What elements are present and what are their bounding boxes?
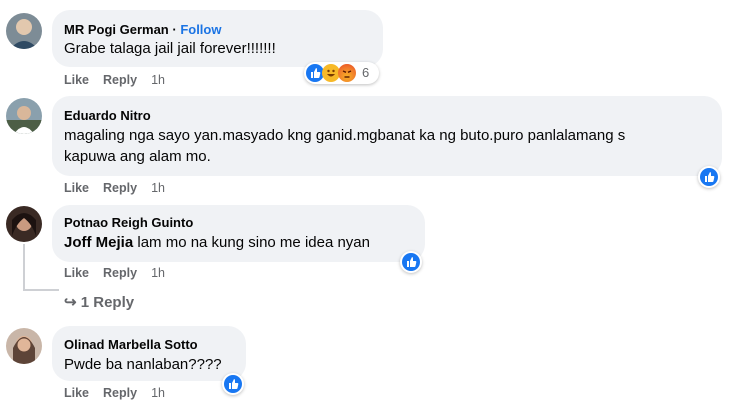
timestamp[interactable]: 1h bbox=[151, 181, 165, 195]
timestamp[interactable]: 1h bbox=[151, 386, 165, 400]
reply-button[interactable]: Reply bbox=[103, 386, 137, 400]
avatar-photo-icon bbox=[6, 98, 42, 134]
like-button[interactable]: Like bbox=[64, 386, 89, 400]
timestamp[interactable]: 1h bbox=[151, 266, 165, 280]
thread-line bbox=[23, 244, 25, 289]
comment-text: Pwde ba nanlaban???? bbox=[64, 356, 222, 373]
reaction-count: 6 bbox=[362, 65, 370, 80]
comment-author[interactable]: Potnao Reigh Guinto bbox=[64, 215, 193, 230]
reply-arrow-icon: ↪ bbox=[64, 294, 77, 311]
follow-link[interactable]: Follow bbox=[180, 22, 221, 37]
comment-actions: Like Reply 1h bbox=[64, 73, 179, 87]
comment-author[interactable]: MR Pogi German · Follow bbox=[64, 22, 221, 37]
comment-actions: Like Reply 1h bbox=[64, 386, 179, 400]
like-button[interactable]: Like bbox=[64, 266, 89, 280]
reply-button[interactable]: Reply bbox=[103, 266, 137, 280]
avatar-photo-icon bbox=[6, 13, 42, 49]
like-icon bbox=[224, 375, 242, 393]
comment-text: magaling nga sayo yan.masyado kng ganid.… bbox=[64, 127, 626, 165]
comment-actions: Like Reply 1h bbox=[64, 266, 179, 280]
avatar-photo-icon bbox=[6, 328, 42, 364]
reaction-summary[interactable] bbox=[698, 166, 720, 188]
view-replies-link[interactable]: ↪ 1 Reply bbox=[64, 293, 134, 311]
reaction-summary[interactable] bbox=[400, 251, 422, 273]
like-button[interactable]: Like bbox=[64, 181, 89, 195]
angry-icon bbox=[338, 64, 356, 82]
avatar[interactable] bbox=[6, 98, 42, 134]
comment-actions: Like Reply 1h bbox=[64, 181, 179, 195]
like-button[interactable]: Like bbox=[64, 73, 89, 87]
like-icon bbox=[700, 168, 718, 186]
mention-link[interactable]: Joff Mejia bbox=[64, 234, 133, 251]
reaction-summary[interactable] bbox=[222, 373, 244, 395]
thread-line bbox=[23, 289, 59, 291]
avatar[interactable] bbox=[6, 206, 42, 242]
avatar-photo-icon bbox=[6, 206, 42, 242]
reply-button[interactable]: Reply bbox=[103, 73, 137, 87]
avatar[interactable] bbox=[6, 328, 42, 364]
reply-button[interactable]: Reply bbox=[103, 181, 137, 195]
comment-author[interactable]: Olinad Marbella Sotto bbox=[64, 337, 198, 352]
avatar[interactable] bbox=[6, 13, 42, 49]
timestamp[interactable]: 1h bbox=[151, 73, 165, 87]
comment-text: Joff Mejia lam mo na kung sino me idea n… bbox=[64, 234, 370, 251]
comment-text: Grabe talaga jail jail forever!!!!!!! bbox=[64, 40, 276, 57]
reaction-summary[interactable]: 6 bbox=[304, 62, 379, 84]
comment-author[interactable]: Eduardo Nitro bbox=[64, 108, 151, 123]
like-icon bbox=[402, 253, 420, 271]
